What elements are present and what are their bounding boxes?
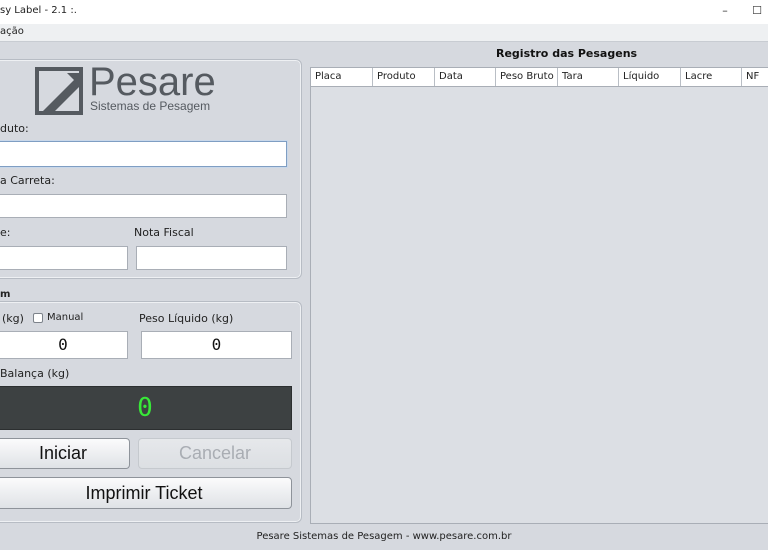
manual-label: Manual — [47, 312, 84, 323]
menu-bar: ação — [0, 24, 768, 42]
registro-table-header: Placa Produto Data Peso Bruto Tara Líqui… — [311, 68, 768, 87]
maximize-button[interactable]: ☐ — [746, 2, 768, 20]
manual-checkbox[interactable] — [33, 313, 43, 323]
imprimir-ticket-button[interactable]: Imprimir Ticket — [0, 477, 292, 509]
registro-title: Registro das Pesagens — [496, 47, 638, 60]
column-header-lacre[interactable]: Lacre — [681, 68, 742, 86]
peso-liquido-field: 0 — [141, 331, 292, 359]
produto-label: duto: — [0, 122, 29, 135]
pesare-logo-icon — [35, 67, 83, 115]
nota-fiscal-input[interactable] — [136, 246, 287, 270]
window-title: sy Label - 2.1 :. — [0, 5, 77, 16]
logo-brand: Pesare — [89, 60, 216, 104]
logo-tagline: Sistemas de Pesagem — [90, 99, 211, 113]
scale-display: 0 — [0, 386, 292, 430]
title-bar: sy Label - 2.1 :. – ☐ — [0, 0, 768, 24]
footer-text: Pesare Sistemas de Pesagem - www.pesare.… — [256, 531, 512, 542]
column-header-tara[interactable]: Tara — [558, 68, 619, 86]
nota-fiscal-label: Nota Fiscal — [134, 226, 194, 239]
column-header-data[interactable]: Data — [435, 68, 496, 86]
column-header-nf[interactable]: NF — [742, 68, 768, 86]
peso-liquido-label: Peso Líquido (kg) — [139, 312, 234, 325]
cancelar-button[interactable]: Cancelar — [138, 438, 292, 469]
menu-item-acao[interactable]: ação — [0, 26, 24, 37]
tara-label: (kg) — [2, 312, 24, 325]
column-header-placa[interactable]: Placa — [311, 68, 373, 86]
carreta-input[interactable] — [0, 194, 287, 218]
lacre-label: e: — [0, 226, 11, 239]
iniciar-button[interactable]: Iniciar — [0, 438, 130, 469]
tara-value-field[interactable]: 0 — [0, 331, 128, 359]
column-header-peso-bruto[interactable]: Peso Bruto — [496, 68, 558, 86]
produto-input[interactable] — [0, 141, 287, 167]
balanca-label: Balança (kg) — [0, 367, 70, 380]
lacre-input[interactable] — [0, 246, 128, 270]
registro-table: Placa Produto Data Peso Bruto Tara Líqui… — [310, 67, 768, 524]
column-header-liquido[interactable]: Líquido — [619, 68, 681, 86]
carreta-label: a Carreta: — [0, 174, 55, 187]
minimize-button[interactable]: – — [714, 2, 736, 20]
column-header-produto[interactable]: Produto — [373, 68, 435, 86]
pesagem-section-label: m — [0, 289, 11, 300]
